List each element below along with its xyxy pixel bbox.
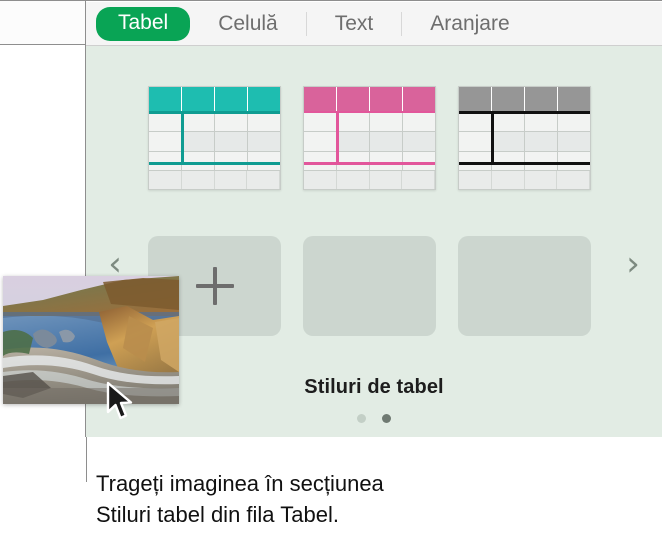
style-body-row [459, 132, 590, 152]
table-style-thumbnail[interactable] [148, 86, 281, 190]
inspector-tab-bar: Tabel Celulă Text Aranjare [86, 2, 662, 46]
coastal-photo [3, 276, 179, 404]
document-toolbar-stub [0, 0, 85, 45]
pagination-dot-active[interactable] [382, 414, 391, 423]
tab-separator-2 [401, 11, 403, 36]
pagination-dots [86, 414, 662, 423]
style-accent-vrule [491, 113, 494, 163]
dragged-image-thumbnail[interactable] [3, 276, 179, 404]
pagination-dot[interactable] [357, 414, 366, 423]
screenshot-root: Tabel Celulă Text Aranjare ‹ › Stiluri d… [0, 0, 662, 540]
style-accent-hrule [304, 162, 435, 165]
style-body-row [304, 113, 435, 133]
tab-aranjare[interactable]: Aranjare [430, 12, 509, 36]
style-header-rule [304, 111, 435, 113]
caption-line-2: Stiluri tabel din fila Tabel. [96, 502, 339, 527]
empty-style-tile-3[interactable] [458, 236, 591, 336]
style-accent-hrule [459, 162, 590, 165]
tab-tabel[interactable]: Tabel [96, 6, 191, 41]
tab-celula[interactable]: Celulă [218, 12, 278, 36]
plus-icon [195, 267, 234, 305]
style-body-row [304, 132, 435, 152]
table-style-gallery [86, 46, 662, 206]
style-header-row [304, 87, 435, 113]
tab-text[interactable]: Text [335, 12, 374, 36]
style-accent-hrule [149, 162, 280, 165]
style-accent-vrule [336, 113, 339, 163]
callout-caption: Trageți imaginea în secțiunea Stiluri ta… [96, 468, 616, 530]
empty-style-tile-2[interactable] [303, 236, 436, 336]
style-body-row [149, 132, 280, 152]
style-footer-row [304, 170, 435, 189]
style-header-row [149, 87, 280, 113]
tab-separator-1 [305, 11, 307, 36]
style-accent-vrule [181, 113, 184, 163]
table-style-thumbnail[interactable] [303, 86, 436, 190]
style-body-row [149, 113, 280, 133]
style-footer-row [459, 170, 590, 189]
caption-line-1: Trageți imaginea în secțiunea [96, 471, 384, 496]
style-header-rule [459, 111, 590, 114]
arrow-cursor [105, 381, 135, 423]
style-body-row [459, 113, 590, 133]
table-style-thumbnail[interactable] [458, 86, 591, 190]
callout-leader-line [86, 437, 87, 482]
style-footer-row [149, 170, 280, 189]
style-header-row [459, 87, 590, 113]
style-header-rule [149, 111, 280, 114]
